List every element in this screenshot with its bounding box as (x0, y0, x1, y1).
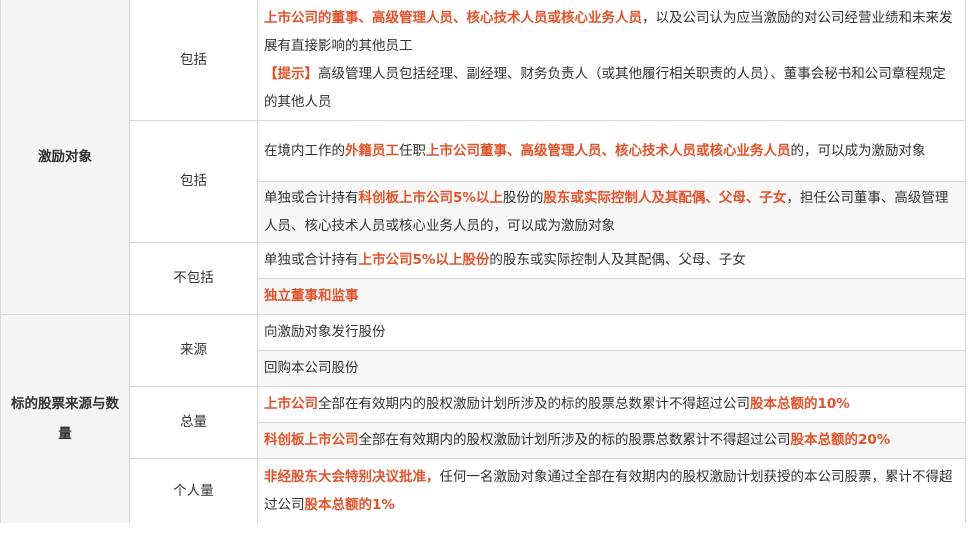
body-text: 高级管理人员包括经理、副经理、财务负责人（或其他履行相关职责的人员）、董事会秘书… (264, 66, 946, 110)
include-1-paragraph-1: 上市公司的董事、高级管理人员、核心技术人员或核心业务人员，以及公司认为应当激励的… (264, 4, 959, 60)
body-text: 的股东或实际控制人及其配偶、父母、子女 (489, 252, 746, 268)
total-row-2: 科创板上市公司全部在有效期内的股权激励计划所涉及的标的股票总数累计不得超过公司股… (257, 422, 966, 459)
subcategory-include-1: 包括 (129, 0, 258, 121)
tip-label: 【提示】 (264, 66, 318, 82)
table-row: 总量 上市公司全部在有效期内的股权激励计划所涉及的标的股票总数累计不得超过公司股… (1, 386, 966, 459)
category-incentive-objects: 激励对象 (0, 0, 130, 315)
individual-row-1: 非经股东大会特别决议批准，任何一名激励对象通过全部在有效期内的股权激励计划获授的… (257, 458, 966, 523)
body-text: 的，可以成为激励对象 (790, 143, 926, 159)
include-2-row-1: 在境内工作的外籍员工任职上市公司董事、高级管理人员、核心技术人员或核心业务人员的… (257, 120, 966, 182)
table-row: 个人量 非经股东大会特别决议批准，任何一名激励对象通过全部在有效期内的股权激励计… (1, 458, 966, 523)
table-row: 激励对象 包括 上市公司的董事、高级管理人员、核心技术人员或核心业务人员，以及公… (0, 0, 966, 315)
subcategory-individual: 个人量 (129, 458, 258, 523)
highlight-text: 股本总额的1% (304, 497, 395, 513)
exclude-row-1: 单独或合计持有上市公司5%以上股份的股东或实际控制人及其配偶、父母、子女 (257, 242, 966, 279)
highlight-text: 科创板上市公司 (264, 432, 359, 448)
table-row: 包括 在境内工作的外籍员工任职上市公司董事、高级管理人员、核心技术人员或核心业务… (1, 120, 966, 243)
subcategory-exclude: 不包括 (129, 242, 258, 315)
incentive-rules-table: 激励对象 包括 上市公司的董事、高级管理人员、核心技术人员或核心业务人员，以及公… (0, 0, 966, 523)
source-row-1: 向激励对象发行股份 (257, 314, 966, 351)
highlight-text: 上市公司5%以上股份 (358, 252, 490, 268)
total-row-1: 上市公司全部在有效期内的股权激励计划所涉及的标的股票总数累计不得超过公司股本总额… (257, 386, 966, 423)
include-1-paragraph-2: 【提示】高级管理人员包括经理、副经理、财务负责人（或其他履行相关职责的人员）、董… (264, 60, 959, 116)
source-row-2: 回购本公司股份 (257, 350, 966, 387)
subcategory-include-2: 包括 (129, 120, 258, 243)
highlight-text: 非经股东大会特别决议批准， (264, 469, 440, 485)
highlight-text: 科创板上市公司5%以上 (358, 190, 503, 206)
highlight-text: 上市公司董事、高级管理人员、核心技术人员或核心业务人员 (426, 143, 791, 159)
subcategory-source: 来源 (129, 314, 258, 387)
exclude-row-2: 独立董事和监事 (257, 278, 966, 315)
highlight-text: 股本总额的20% (790, 432, 891, 448)
table-row: 不包括 单独或合计持有上市公司5%以上股份的股东或实际控制人及其配偶、父母、子女 (1, 242, 966, 315)
subcategory-total: 总量 (129, 386, 258, 459)
body-text: 股份的 (502, 190, 544, 206)
body-text: 全部在有效期内的股权激励计划所涉及的标的股票总数累计不得超过公司 (358, 432, 791, 448)
highlight-text: 股东或实际控制人及其配偶、父母、子女 (543, 190, 787, 206)
table-row: 标的股票来源与数量 来源 向激励对象发行股份 (0, 314, 966, 523)
body-text: 单独或合计持有 (264, 190, 359, 206)
highlight-text: 外籍员工 (345, 143, 399, 159)
body-text: 全部在有效期内的股权激励计划所涉及的标的股票总数累计不得超过公司 (318, 396, 750, 412)
highlight-text: 上市公司的董事、高级管理人员、核心技术人员或核心业务人员 (264, 10, 642, 26)
body-text: 任职 (399, 143, 426, 159)
body-text: 在境内工作的 (264, 143, 345, 159)
highlight-text: 独立董事和监事 (264, 288, 359, 304)
include-1-content: 上市公司的董事、高级管理人员、核心技术人员或核心业务人员，以及公司认为应当激励的… (257, 0, 966, 121)
category-stock-source-quantity: 标的股票来源与数量 (0, 314, 130, 523)
highlight-text: 上市公司 (264, 396, 318, 412)
include-2-row-2: 单独或合计持有科创板上市公司5%以上股份的股东或实际控制人及其配偶、父母、子女，… (257, 181, 966, 243)
body-text: 单独或合计持有 (264, 252, 359, 268)
highlight-text: 股本总额的10% (750, 396, 850, 412)
